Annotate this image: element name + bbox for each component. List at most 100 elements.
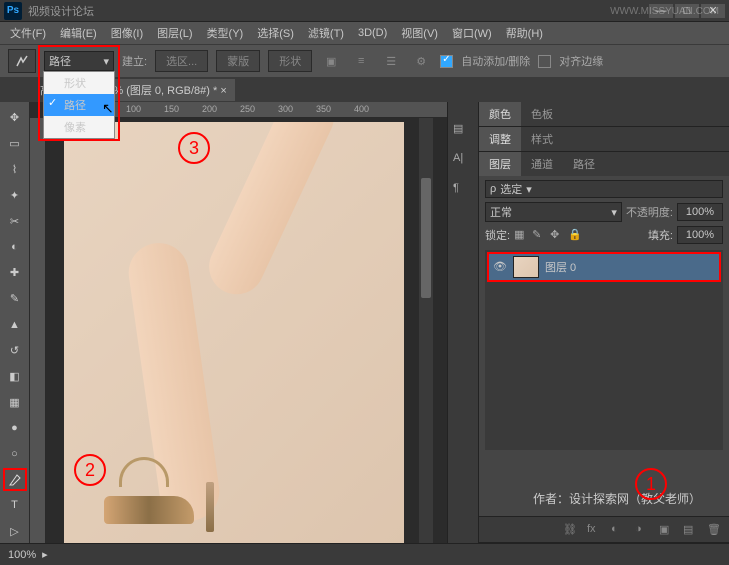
- new-layer-icon[interactable]: ▤: [683, 523, 697, 537]
- path-arrange-icon[interactable]: ☰: [380, 50, 402, 72]
- opacity-input[interactable]: 100%: [677, 203, 723, 221]
- brush-tool[interactable]: ✎: [3, 287, 27, 311]
- app-title: 视频设计论坛: [28, 3, 647, 19]
- menu-window[interactable]: 窗口(W): [446, 23, 498, 43]
- delete-layer-icon[interactable]: 🗑: [707, 523, 721, 537]
- lock-position-icon[interactable]: ✎: [532, 228, 546, 242]
- align-edges-checkbox[interactable]: [538, 55, 551, 68]
- dodge-tool[interactable]: ○: [3, 442, 27, 466]
- marquee-tool[interactable]: ▭: [3, 132, 27, 156]
- tab-adjust[interactable]: 调整: [479, 127, 521, 151]
- tab-layers[interactable]: 图层: [479, 152, 521, 176]
- auto-add-label: 自动添加/删除: [461, 53, 530, 69]
- lock-move-icon[interactable]: ✥: [550, 228, 564, 242]
- eraser-tool[interactable]: ◧: [3, 364, 27, 388]
- eyedropper-tool[interactable]: ◐: [3, 235, 27, 259]
- chevron-down-icon: ▾: [103, 55, 109, 68]
- fill-input[interactable]: 100%: [677, 226, 723, 244]
- establish-label: 建立:: [122, 53, 147, 69]
- menu-type[interactable]: 类型(Y): [201, 23, 250, 43]
- history-icon[interactable]: ▤: [453, 122, 473, 138]
- collapsed-panels: ▤ A| ¶: [447, 102, 479, 543]
- document-canvas[interactable]: [64, 122, 404, 543]
- history-brush-tool[interactable]: ↺: [3, 338, 27, 362]
- blur-tool[interactable]: ●: [3, 416, 27, 440]
- ruler-vertical: [30, 118, 46, 543]
- status-bar: 100% ▸: [0, 543, 729, 565]
- options-bar: 路径 ▾ 形状 ✓路径 像素 ↖ 建立: 选区... 蒙版 形状 ▣ ≡ ☰ ⚙…: [0, 44, 729, 78]
- zoom-level[interactable]: 100%: [8, 549, 36, 561]
- fill-label: 填充:: [648, 227, 673, 243]
- annotation-1: 1: [635, 468, 667, 500]
- spot-heal-tool[interactable]: ✚: [3, 261, 27, 285]
- menu-image[interactable]: 图像(I): [105, 23, 149, 43]
- toolbox: ✥ ▭ ⌇ ✦ ✂ ◐ ✚ ✎ ▲ ↺ ◧ ▦ ● ○ T ▷: [0, 102, 30, 543]
- gradient-tool[interactable]: ▦: [3, 390, 27, 414]
- magic-wand-tool[interactable]: ✦: [3, 183, 27, 207]
- app-icon: Ps: [4, 2, 22, 20]
- zoom-chevron-icon[interactable]: ▸: [42, 548, 48, 561]
- lasso-tool[interactable]: ⌇: [3, 158, 27, 182]
- layer-row[interactable]: 👁 图层 0: [487, 252, 721, 282]
- layer-list: 👁 图层 0: [485, 250, 723, 450]
- group-icon[interactable]: ▣: [659, 523, 673, 537]
- tool-preset-picker[interactable]: [8, 49, 36, 73]
- make-selection-button[interactable]: 选区...: [155, 50, 208, 72]
- tab-styles[interactable]: 样式: [521, 127, 563, 151]
- path-align-icon[interactable]: ≡: [350, 50, 372, 72]
- visibility-icon[interactable]: 👁: [493, 260, 507, 274]
- menubar: 文件(F) 编辑(E) 图像(I) 图层(L) 类型(Y) 选择(S) 滤镜(T…: [0, 22, 729, 44]
- scrollbar-vertical[interactable]: [419, 118, 433, 543]
- make-shape-button[interactable]: 形状: [268, 50, 312, 72]
- lock-pixels-icon[interactable]: ▦: [514, 228, 528, 242]
- path-mode-dropdown[interactable]: 路径 ▾: [44, 51, 114, 71]
- dropdown-item-pixels[interactable]: 像素: [44, 116, 114, 138]
- layer-filter-select[interactable]: ρ选定▾: [485, 180, 723, 198]
- right-panels: 颜色 色板 调整 样式 图层 通道 路径 ρ选定▾ 正常▾ 不透明: [479, 102, 729, 543]
- tab-color[interactable]: 颜色: [479, 102, 521, 126]
- make-mask-button[interactable]: 蒙版: [216, 50, 260, 72]
- annotation-3: 3: [178, 132, 210, 164]
- menu-view[interactable]: 视图(V): [395, 23, 444, 43]
- canvas-area: 0 50 100 150 200 250 300 350 400 3 2: [30, 102, 447, 543]
- dropdown-item-path[interactable]: ✓路径: [44, 94, 114, 116]
- menu-help[interactable]: 帮助(H): [500, 23, 549, 43]
- lock-all-icon[interactable]: 🔒: [568, 228, 582, 242]
- layer-mask-icon[interactable]: ◐: [611, 523, 625, 537]
- menu-layer[interactable]: 图层(L): [151, 23, 198, 43]
- layer-fx-icon[interactable]: fx: [587, 523, 601, 537]
- menu-3d[interactable]: 3D(D): [352, 25, 393, 41]
- path-select-tool[interactable]: ▷: [3, 519, 27, 543]
- para-icon[interactable]: ¶: [453, 182, 473, 198]
- menu-filter[interactable]: 滤镜(T): [302, 23, 350, 43]
- lock-label: 锁定:: [485, 227, 510, 243]
- layers-footer: ⛓ fx ◐ ◑ ▣ ▤ 🗑: [479, 516, 729, 542]
- author-text: 作者：设计探索网（教父老师）: [533, 490, 701, 507]
- menu-select[interactable]: 选择(S): [251, 23, 300, 43]
- adjustment-layer-icon[interactable]: ◑: [635, 523, 649, 537]
- tab-channels[interactable]: 通道: [521, 152, 563, 176]
- tab-paths[interactable]: 路径: [563, 152, 605, 176]
- link-layers-icon[interactable]: ⛓: [563, 523, 577, 537]
- layer-name[interactable]: 图层 0: [545, 259, 576, 275]
- tab-swatches[interactable]: 色板: [521, 102, 563, 126]
- clone-stamp-tool[interactable]: ▲: [3, 313, 27, 337]
- path-ops-icon[interactable]: ▣: [320, 50, 342, 72]
- menu-file[interactable]: 文件(F): [4, 23, 52, 43]
- pen-tool[interactable]: [3, 468, 27, 492]
- layer-thumbnail[interactable]: [513, 256, 539, 278]
- opacity-label: 不透明度:: [626, 204, 673, 220]
- blend-mode-select[interactable]: 正常▾: [485, 202, 622, 222]
- move-tool[interactable]: ✥: [3, 106, 27, 130]
- dropdown-item-shape[interactable]: 形状: [44, 72, 114, 94]
- path-mode-label: 路径: [49, 53, 71, 69]
- watermark: WWW.MISSYUAN.COM: [610, 6, 719, 17]
- crop-tool[interactable]: ✂: [3, 209, 27, 233]
- align-edges-label: 对齐边缘: [559, 53, 603, 69]
- path-mode-dropdown-list: 形状 ✓路径 像素 ↖: [43, 71, 115, 139]
- char-icon[interactable]: A|: [453, 152, 473, 168]
- auto-add-checkbox[interactable]: [440, 55, 453, 68]
- gear-icon[interactable]: ⚙: [410, 50, 432, 72]
- type-tool[interactable]: T: [3, 493, 27, 517]
- menu-edit[interactable]: 编辑(E): [54, 23, 103, 43]
